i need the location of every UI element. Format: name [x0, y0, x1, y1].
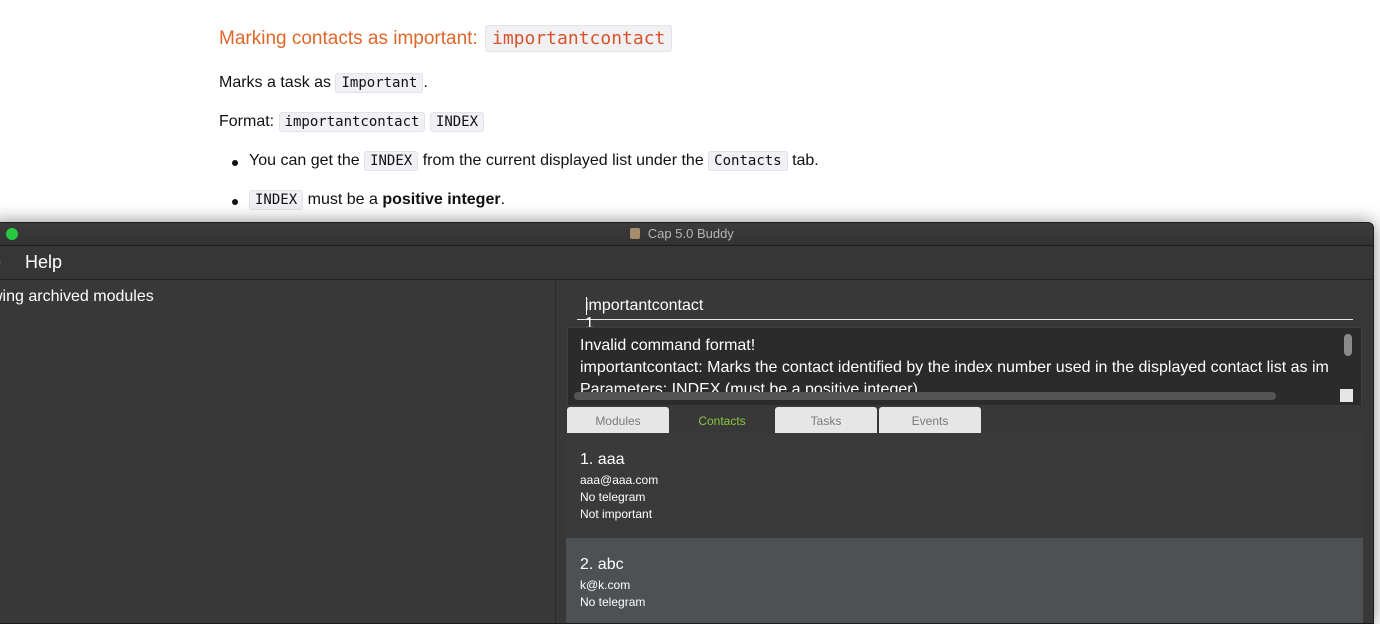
index-code: INDEX: [364, 151, 419, 171]
format-paragraph: Format: importantcontact INDEX: [219, 112, 485, 132]
bold-text: positive integer: [382, 191, 501, 208]
contact-card[interactable]: 1. aaa aaa@aaa.com No telegram Not impor…: [566, 433, 1363, 538]
contact-name: 1. aaa: [580, 451, 625, 468]
module-list-label: wing archived modules: [0, 288, 154, 305]
bullet-text: .: [500, 191, 506, 208]
title-bar[interactable]: Cap 5.0 Buddy: [0, 223, 1373, 246]
window-title: Cap 5.0 Buddy: [647, 226, 734, 241]
text-cursor: [586, 297, 587, 315]
contact-card[interactable]: 2. abc k@k.com No telegram: [566, 538, 1363, 623]
description-period: .: [423, 74, 428, 91]
result-line: importantcontact: Marks the contact iden…: [580, 359, 1329, 376]
section-heading: Marking contacts as important: important…: [219, 25, 673, 52]
window-title-area: Cap 5.0 Buddy: [0, 226, 1373, 241]
bullet-item-index-rule: INDEX must be a positive integer.: [232, 190, 506, 210]
app-window: Cap 5.0 Buddy e Help wing archived modul…: [0, 222, 1374, 624]
bullet-text: You can get the: [249, 152, 360, 169]
tab-events[interactable]: Events: [879, 407, 981, 434]
important-code: Important: [335, 73, 424, 93]
result-display[interactable]: Invalid command format! importantcontact…: [567, 327, 1362, 406]
bullet-icon: [232, 199, 238, 205]
menu-bar: e Help: [0, 246, 1373, 280]
contact-telegram: No telegram: [580, 595, 646, 609]
contacts-code: Contacts: [708, 151, 788, 171]
bullet-text: must be a: [307, 191, 378, 208]
bullet-icon: [232, 160, 238, 166]
tab-tasks[interactable]: Tasks: [775, 407, 877, 434]
description-paragraph: Marks a task as Important.: [219, 73, 428, 93]
format-command-code: importantcontact: [278, 112, 426, 132]
menu-help[interactable]: Help: [25, 252, 62, 273]
section-heading-text: Marking contacts as important:: [219, 28, 478, 49]
bullet-text: from the current displayed list under th…: [422, 152, 704, 169]
vertical-scrollbar[interactable]: [1344, 334, 1352, 356]
description-text: Marks a task as: [219, 74, 332, 91]
format-index-code: INDEX: [429, 112, 485, 132]
command-input[interactable]: importantcontact 1: [577, 287, 1353, 332]
index-code: INDEX: [249, 190, 304, 210]
horizontal-scrollbar[interactable]: [574, 392, 1276, 400]
section-heading-code: importantcontact: [485, 25, 673, 52]
tab-contacts[interactable]: Contacts: [671, 407, 773, 434]
bullet-text: tab.: [792, 152, 819, 169]
contact-importance: Not important: [580, 507, 653, 521]
contact-email: aaa@aaa.com: [580, 473, 659, 487]
bullet-item-index-source: You can get the INDEX from the current d…: [232, 151, 819, 171]
contact-email: k@k.com: [580, 578, 631, 592]
menu-file[interactable]: e: [0, 252, 1, 273]
tab-bar: Modules Contacts Tasks Events: [566, 405, 1363, 435]
tab-modules[interactable]: Modules: [567, 407, 669, 434]
contact-name: 2. abc: [580, 556, 624, 573]
result-line: Invalid command format!: [580, 337, 756, 354]
contact-list[interactable]: 1. aaa aaa@aaa.com No telegram Not impor…: [566, 433, 1363, 623]
module-list-pane: wing archived modules: [0, 280, 556, 623]
format-label: Format:: [219, 113, 275, 130]
scroll-corner: [1340, 389, 1353, 402]
contact-telegram: No telegram: [580, 490, 646, 504]
app-icon: [630, 228, 641, 239]
